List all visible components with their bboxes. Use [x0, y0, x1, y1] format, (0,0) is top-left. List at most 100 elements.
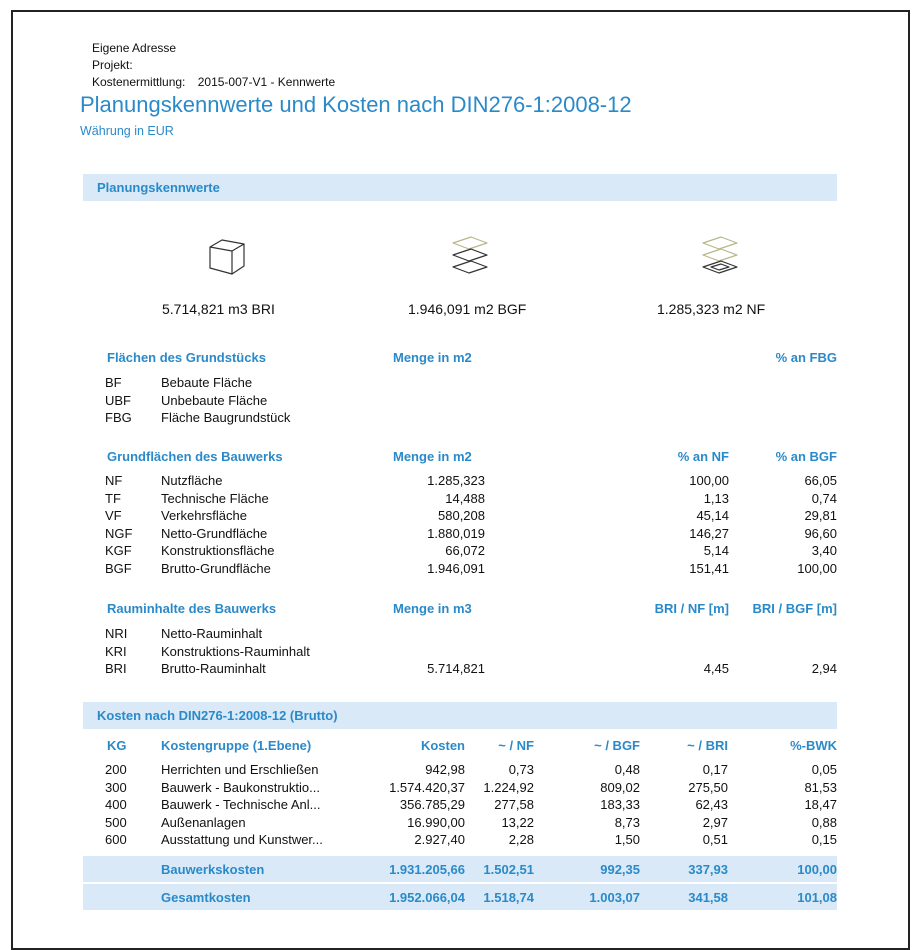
row-pct-nf: 45,14 [696, 508, 729, 524]
row-name: Bebaute Fläche [161, 375, 253, 390]
total-gesamtkosten: Gesamtkosten 1.952.066,04 1.518,74 1.003… [83, 884, 837, 910]
row-pct-nf: 1,13 [703, 490, 729, 506]
stacked-floors-highlight-icon [702, 236, 738, 274]
stacked-floors-icon [452, 236, 488, 274]
row-kg: 500 [105, 814, 127, 830]
page-title: Planungskennwerte und Kosten nach DIN276… [80, 92, 632, 117]
row-qty: 14,488 [445, 490, 485, 506]
row-qty: 1.880,019 [427, 525, 485, 541]
volumes-bri-nf-header: BRI / NF [m] [654, 601, 729, 616]
row-cost: 16.990,00 [407, 814, 465, 830]
total-nf: 1.518,74 [483, 890, 534, 905]
volumes-rows: NRI Netto-Rauminhalt KRI Konstruktions-Rau… [83, 625, 837, 678]
row-bri-bgf: 2,94 [811, 661, 837, 677]
row-cost: 1.574.420,37 [389, 779, 465, 795]
floor-areas-title: Grundflächen des Bauwerks [107, 449, 283, 464]
total-bwk: 101,08 [797, 890, 837, 905]
col-bgf: ~ / BGF [594, 738, 640, 753]
row-bri: 62,43 [695, 797, 728, 813]
site-areas-header: Flächen des Grundstücks Menge in m2 % an… [83, 346, 837, 368]
row-bwk: 0,15 [811, 832, 837, 848]
row-bri: 0,51 [702, 832, 728, 848]
row-kg: 400 [105, 797, 127, 813]
row-pct-bgf: 0,74 [811, 490, 837, 506]
row-code: NGF [105, 525, 133, 541]
row-bwk: 18,47 [804, 797, 837, 813]
table-row: BRI Brutto-Rauminhalt 5.714,821 4,45 2,94 [83, 660, 837, 678]
row-pct-bgf: 100,00 [797, 560, 837, 576]
costs-section-header: Kosten nach DIN276-1:2008-12 (Brutto) [83, 702, 837, 729]
row-cost: 356.785,29 [399, 797, 465, 813]
row-name: Bauwerk - Technische Anl... [161, 797, 321, 813]
table-row: 600 Ausstattung und Kunstwer... 2.927,40 2,… [83, 831, 837, 849]
row-qty: 5.714,821 [427, 661, 485, 677]
row-bgf: 183,33 [600, 797, 640, 813]
total-bauwerkskosten: Bauwerkskosten 1.931.205,66 1.502,51 992… [83, 856, 837, 882]
row-name: Netto-Rauminhalt [161, 626, 263, 641]
row-pct-nf: 5,14 [703, 543, 729, 559]
own-address: Eigene Adresse [92, 41, 177, 55]
kpi-nf: 1.285,323 m2 NF [657, 301, 766, 317]
row-code: NF [105, 473, 123, 488]
table-row: FBG Fläche Baugrundstück [83, 409, 837, 427]
costs-heading: Kosten nach DIN276-1:2008-12 (Brutto) [97, 708, 338, 723]
row-name: Außenanlagen [161, 814, 246, 830]
row-bgf: 0,48 [614, 762, 640, 777]
volumes-bri-bgf-header: BRI / BGF [m] [752, 601, 838, 616]
row-code: UBF [105, 392, 131, 408]
row-name: Herrichten und Erschließen [161, 762, 319, 777]
row-name: Technische Fläche [161, 490, 269, 506]
table-row: NGF Netto-Grundfläche 1.880,019 146,27 96,60 [83, 525, 837, 543]
table-row: 200 Herrichten und Erschließen 942,98 0,73 0… [83, 761, 837, 779]
row-name: Fläche Baugrundstück [161, 410, 291, 426]
table-row: KGF Konstruktionsfläche 66,072 5,14 3,40 [83, 542, 837, 560]
row-code: BRI [105, 661, 127, 677]
row-code: FBG [105, 410, 132, 426]
row-bwk: 0,88 [811, 814, 837, 830]
table-row: NRI Netto-Rauminhalt [83, 625, 837, 643]
site-areas-pct-header: % an FBG [775, 350, 837, 365]
floor-areas-rows: NF Nutzfläche 1.285,323 100,00 66,05 TF Techn… [83, 472, 837, 578]
row-nf: 1.224,92 [483, 779, 534, 795]
row-name: Konstruktions-Rauminhalt [161, 643, 310, 659]
table-row: UBF Unbebaute Fläche [83, 392, 837, 410]
table-row: VF Verkehrsfläche 580,208 45,14 29,81 [83, 507, 837, 525]
row-bgf: 1,50 [614, 832, 640, 848]
table-row: NF Nutzfläche 1.285,323 100,00 66,05 [83, 472, 837, 490]
floor-areas-pct-bgf-header: % an BGF [775, 449, 837, 464]
estimation-label: Kostenermittlung: [92, 75, 186, 89]
floor-areas-header: Grundflächen des Bauwerks Menge in m2 % … [83, 445, 837, 467]
row-nf: 277,58 [494, 797, 534, 813]
row-cost: 2.927,40 [414, 832, 465, 848]
planning-section-header: Planungskennwerte [83, 174, 837, 201]
cube-icon [209, 239, 245, 275]
table-row: 500 Außenanlagen 16.990,00 13,22 8,73 2,97 0,8… [83, 814, 837, 832]
table-row: TF Technische Fläche 14,488 1,13 0,74 [83, 490, 837, 508]
row-name: Nutzfläche [161, 473, 223, 488]
row-bwk: 0,05 [811, 762, 837, 777]
total-bgf: 992,35 [600, 862, 640, 877]
table-row: 400 Bauwerk - Technische Anl... 356.785,29… [83, 796, 837, 814]
volumes-qty-header: Menge in m3 [393, 601, 472, 616]
table-row: 300 Bauwerk - Baukonstruktio... 1.574.420,… [83, 779, 837, 797]
row-pct-nf: 146,27 [689, 525, 729, 541]
row-name: Brutto-Grundfläche [161, 560, 271, 576]
floor-areas-pct-nf-header: % an NF [677, 449, 729, 464]
site-areas-qty-header: Menge in m2 [393, 350, 472, 365]
row-qty: 1.285,323 [427, 473, 485, 488]
row-nf: 0,73 [508, 762, 534, 777]
total-name: Gesamtkosten [161, 890, 251, 905]
row-nf: 2,28 [508, 832, 534, 848]
volumes-title: Rauminhalte des Bauwerks [107, 601, 277, 616]
row-code: KRI [105, 643, 127, 659]
row-code: BF [105, 375, 122, 390]
estimation-line: Kostenermittlung: 2015-007-V1 - Kennwert… [92, 74, 335, 91]
site-areas-title: Flächen des Grundstücks [107, 350, 266, 365]
row-code: VF [105, 508, 122, 524]
row-kg: 300 [105, 779, 127, 795]
row-name: Ausstattung und Kunstwer... [161, 832, 323, 848]
row-name: Verkehrsfläche [161, 508, 247, 524]
total-cost: 1.931.205,66 [389, 862, 465, 877]
row-qty: 580,208 [438, 508, 485, 524]
row-qty: 1.946,091 [427, 560, 485, 576]
